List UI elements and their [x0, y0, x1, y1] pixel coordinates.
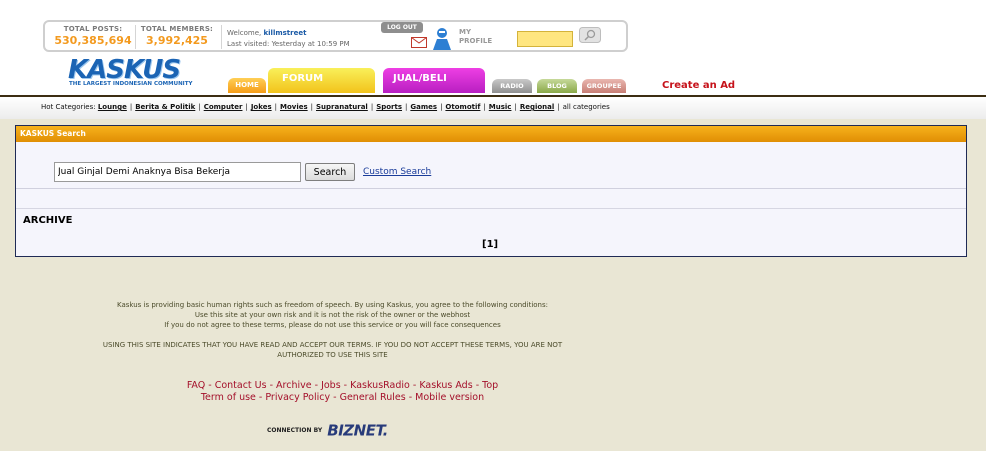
- category-link[interactable]: Movies: [280, 103, 308, 111]
- my-profile-link[interactable]: MY PROFILE: [459, 28, 492, 46]
- divider: [16, 188, 966, 189]
- terms-line: Use this site at your own risk and it is…: [194, 311, 471, 319]
- profile-label-2: PROFILE: [459, 37, 493, 45]
- panel-title: KASKUS Search: [16, 126, 966, 142]
- footer-link-radio[interactable]: KaskusRadio: [350, 380, 410, 391]
- tab-jual-beli[interactable]: JUAL/BELI: [383, 68, 485, 93]
- stats-box: TOTAL POSTS: 530,385,694 TOTAL MEMBERS: …: [43, 20, 628, 52]
- footer-link-top[interactable]: Top: [482, 380, 498, 391]
- footer-link-jobs[interactable]: Jobs: [321, 380, 341, 391]
- category-link[interactable]: Otomotif: [445, 103, 480, 111]
- last-visited: Last visited: Yesterday at 10:59 PM: [227, 40, 350, 48]
- tab-blog[interactable]: BLOG: [537, 79, 577, 93]
- mail-icon[interactable]: [411, 37, 427, 48]
- all-categories-link[interactable]: all categories: [563, 103, 610, 111]
- search-button[interactable]: Search: [305, 163, 355, 181]
- search-icon[interactable]: [579, 27, 601, 43]
- profile-icon[interactable]: [430, 26, 454, 50]
- category-link[interactable]: Berita & Politik: [135, 103, 195, 111]
- tab-radio[interactable]: RADIO: [492, 79, 532, 93]
- category-link[interactable]: Lounge: [98, 103, 127, 111]
- category-link[interactable]: Music: [489, 103, 512, 111]
- logo-tagline: THE LARGEST INDONESIAN COMMUNITY: [69, 81, 193, 87]
- divider: [221, 25, 222, 49]
- terms-text: Kaskus is providing basic human rights s…: [20, 300, 645, 330]
- logout-button[interactable]: LOG OUT: [381, 22, 423, 33]
- divider: [135, 25, 136, 49]
- terms-line: Kaskus is providing basic human rights s…: [117, 301, 548, 309]
- divider: [16, 208, 966, 209]
- search-panel: KASKUS Search Search Custom Search ARCHI…: [15, 125, 967, 257]
- custom-search-link[interactable]: Custom Search: [363, 167, 431, 177]
- search-input[interactable]: [54, 162, 301, 182]
- footer-link-faq[interactable]: FAQ: [187, 380, 205, 391]
- footer-link-terms[interactable]: Term of use: [201, 392, 256, 403]
- footer-link-mobile[interactable]: Mobile version: [415, 392, 484, 403]
- kaskus-logo[interactable]: KASKUS THE LARGEST INDONESIAN COMMUNITY: [66, 55, 196, 93]
- connection-by-label: CONNECTION BY: [267, 427, 323, 434]
- username-link[interactable]: killmstreet: [263, 29, 306, 37]
- footer-link-privacy[interactable]: Privacy Policy: [265, 392, 330, 403]
- site-header: TOTAL POSTS: 530,385,694 TOTAL MEMBERS: …: [0, 0, 986, 95]
- create-ad-link[interactable]: Create an Ad: [662, 80, 735, 91]
- page-link[interactable]: [1]: [482, 239, 498, 250]
- welcome-prefix: Welcome,: [227, 29, 262, 37]
- terms-line: If you do not agree to these terms, plea…: [164, 321, 501, 329]
- category-link[interactable]: Regional: [520, 103, 554, 111]
- footer-link-contact[interactable]: Contact Us: [215, 380, 267, 391]
- category-link[interactable]: Computer: [204, 103, 243, 111]
- welcome-text: Welcome, killmstreet Last visited: Yeste…: [227, 28, 350, 50]
- footer-links-row-2: Term of use - Privacy Policy - General R…: [200, 392, 485, 403]
- footer-links-row-1: FAQ - Contact Us - Archive - Jobs - Kask…: [186, 380, 499, 391]
- accept-text: USING THIS SITE INDICATES THAT YOU HAVE …: [20, 340, 645, 360]
- footer-link-rules[interactable]: General Rules: [340, 392, 406, 403]
- hot-categories: Hot Categories: Lounge | Berita & Politik |…: [41, 103, 610, 111]
- hot-categories-label: Hot Categories:: [41, 103, 96, 111]
- quick-search-input[interactable]: [517, 31, 573, 47]
- hot-categories-bar: Hot Categories: Lounge | Berita & Politik |…: [0, 95, 986, 119]
- total-posts-label: TOTAL POSTS:: [63, 25, 123, 33]
- category-link[interactable]: Jokes: [251, 103, 272, 111]
- total-members: TOTAL MEMBERS: 3,992,425: [139, 25, 215, 47]
- tab-forum[interactable]: FORUM: [268, 68, 375, 93]
- biznet-badge[interactable]: CONNECTION BY BIZNET.: [267, 420, 388, 440]
- profile-label-1: MY: [459, 28, 472, 36]
- total-posts-value: 530,385,694: [54, 34, 132, 47]
- category-link[interactable]: Games: [410, 103, 437, 111]
- tab-home[interactable]: HOME: [228, 78, 266, 93]
- footer-link-ads[interactable]: Kaskus Ads: [419, 380, 472, 391]
- total-members-label: TOTAL MEMBERS:: [140, 25, 214, 33]
- total-members-value: 3,992,425: [146, 34, 208, 47]
- category-link[interactable]: Supranatural: [316, 103, 368, 111]
- accept-line: AUTHORIZED TO USE THIS SITE: [277, 351, 388, 359]
- footer-link-archive[interactable]: Archive: [276, 380, 312, 391]
- accept-line: USING THIS SITE INDICATES THAT YOU HAVE …: [102, 341, 563, 349]
- biznet-logo: BIZNET.: [327, 421, 388, 440]
- archive-heading: ARCHIVE: [23, 215, 73, 226]
- total-posts: TOTAL POSTS: 530,385,694: [53, 25, 133, 47]
- tab-groupee[interactable]: GROUPEE: [582, 79, 626, 93]
- category-link[interactable]: Sports: [376, 103, 402, 111]
